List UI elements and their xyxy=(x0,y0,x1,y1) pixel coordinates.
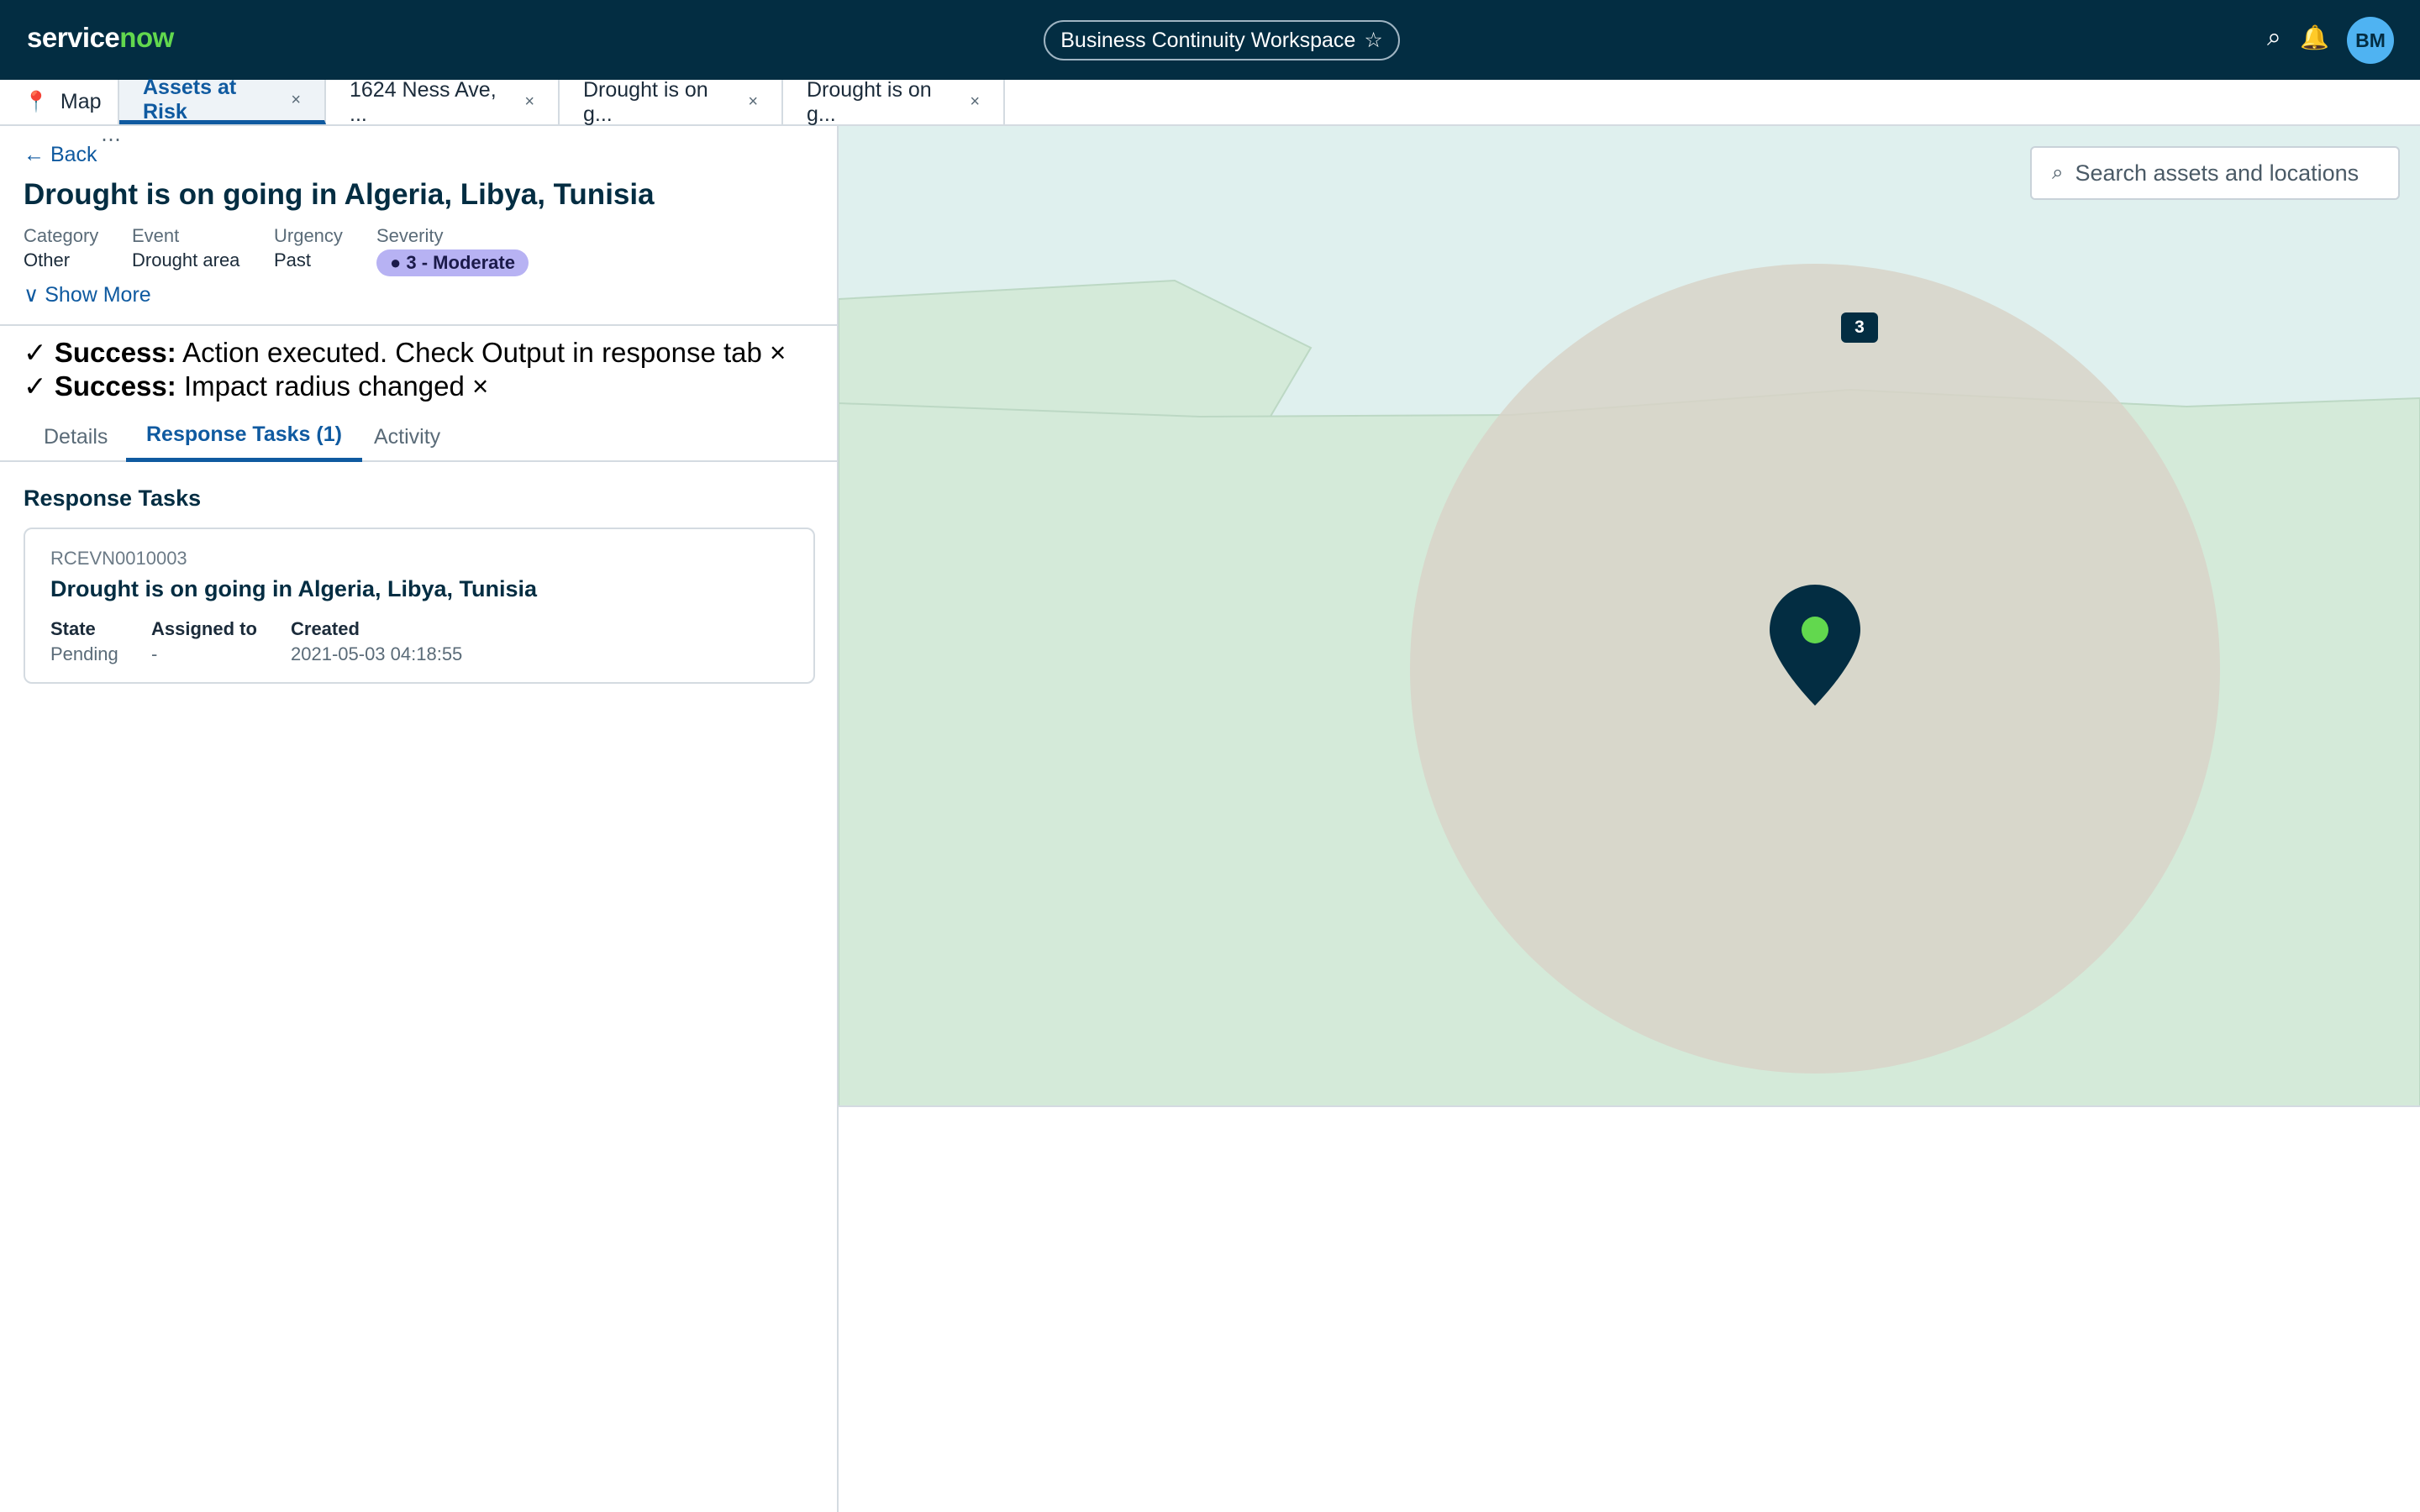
search-icon[interactable]: ⌕ xyxy=(2267,24,2281,52)
field-value: 2021-05-03 04:18:55 xyxy=(291,643,463,664)
cluster-count-badge[interactable]: 3 xyxy=(1841,312,1878,343)
close-icon[interactable]: × xyxy=(970,92,980,112)
task-created: Created 2021-05-03 04:18:55 xyxy=(291,618,462,665)
tab-label: 1624 Ness Ave, ... xyxy=(350,77,497,126)
close-icon[interactable]: × xyxy=(748,92,758,112)
workspace-title: Business Continuity Workspace xyxy=(1060,28,1356,52)
search-placeholder: Search assets and locations xyxy=(2075,160,2360,186)
task-number: RCEVN0010003 xyxy=(50,548,187,569)
tab-response-tasks[interactable]: Response Tasks (1) xyxy=(126,412,362,462)
logo-now-text: now xyxy=(119,22,174,53)
tab-drought-2[interactable]: Drought is on g... × xyxy=(783,77,1005,126)
star-icon[interactable]: ☆ xyxy=(1364,28,1382,53)
message-strong: Success: xyxy=(54,370,176,402)
meta-value: Drought area xyxy=(132,249,240,270)
tab-label: Assets at Risk xyxy=(143,76,237,123)
message-text: Impact radius changed xyxy=(183,370,465,402)
map-canvas[interactable] xyxy=(839,126,2420,1107)
field-label: State xyxy=(50,618,96,639)
meta-severity: Severity ● 3 - Moderate xyxy=(376,225,529,276)
back-link[interactable]: ← Back xyxy=(24,143,97,167)
meta-label: Category xyxy=(24,225,99,246)
close-icon[interactable]: × xyxy=(524,92,534,112)
severity-badge: ● 3 - Moderate xyxy=(376,249,529,276)
pin-center-dot xyxy=(1802,617,1828,643)
tab-label: Map xyxy=(60,90,102,113)
tab-assets-at-risk[interactable]: Assets at Risk × xyxy=(119,76,326,124)
bell-icon[interactable]: 🔔 xyxy=(2300,24,2329,51)
close-icon[interactable]: × xyxy=(472,370,488,402)
divider xyxy=(0,324,839,326)
detail-subtabs: Details Response Tasks (1) Activity xyxy=(0,412,839,462)
more-options-icon[interactable]: ⋯ xyxy=(101,128,121,152)
field-value: - xyxy=(151,643,158,664)
meta-value: Past xyxy=(274,249,312,270)
success-message-radius: ✓ Success: Impact radius changed × xyxy=(24,370,488,402)
meta-value: Other xyxy=(24,249,71,270)
map-search-input[interactable]: ⌕ Search assets and locations xyxy=(2030,146,2400,200)
page-title: Drought is on going in Algeria, Libya, T… xyxy=(24,178,655,211)
response-task-card[interactable]: RCEVN0010003 Drought is on going in Alge… xyxy=(24,528,815,684)
logo-service-text: service xyxy=(27,22,120,53)
message-text: Action executed. Check Output in respons… xyxy=(182,337,762,368)
workspace-tab-bar: 📍 Map Assets at Risk × 1624 Ness Ave, ..… xyxy=(0,76,2420,126)
map-view[interactable]: ⌕ Search assets and locations 3 xyxy=(839,126,2420,1107)
success-message-action: ✓ Success: Action executed. Check Output… xyxy=(24,336,786,369)
task-assigned-to: Assigned to - xyxy=(151,618,257,665)
field-label: Created xyxy=(291,618,360,639)
meta-category: Category Other xyxy=(24,225,98,271)
meta-label: Urgency xyxy=(274,225,343,246)
check-icon: ✓ xyxy=(24,337,47,368)
task-title[interactable]: Drought is on going in Algeria, Libya, T… xyxy=(50,576,537,602)
field-label: Assigned to xyxy=(151,618,257,639)
avatar[interactable]: BM xyxy=(2347,17,2394,64)
task-state: State Pending xyxy=(50,618,118,665)
close-icon[interactable]: × xyxy=(291,91,301,110)
tab-label: Drought is on g... xyxy=(807,77,932,126)
show-more-button[interactable]: ∨ Show More xyxy=(24,282,151,307)
servicenow-logo[interactable]: servicenow xyxy=(27,22,174,54)
tab-activity[interactable]: Activity xyxy=(354,412,460,462)
meta-event: Event Drought area xyxy=(132,225,239,271)
field-value: Pending xyxy=(50,643,118,664)
search-icon: ⌕ xyxy=(2052,161,2064,184)
tab-details[interactable]: Details xyxy=(24,412,128,462)
tab-ness-ave[interactable]: 1624 Ness Ave, ... × xyxy=(326,77,560,126)
section-title: Response Tasks xyxy=(24,486,202,511)
meta-label: Event xyxy=(132,225,180,246)
workspace-selector[interactable]: Business Continuity Workspace ☆ xyxy=(1044,20,1400,60)
tab-label: Drought is on g... xyxy=(583,77,708,126)
meta-label: Severity xyxy=(376,225,444,246)
top-header: servicenow Business Continuity Workspace… xyxy=(0,0,2420,80)
check-icon: ✓ xyxy=(24,370,47,402)
map-pin-icon: 📍 xyxy=(24,91,49,113)
event-detail-panel: ⋯ ← Back Drought is on going in Algeria,… xyxy=(0,126,839,1512)
message-strong: Success: xyxy=(54,337,176,368)
tab-map[interactable]: 📍 Map xyxy=(0,80,119,124)
tab-drought-1[interactable]: Drought is on g... × xyxy=(560,77,783,126)
meta-urgency: Urgency Past xyxy=(274,225,343,271)
close-icon[interactable]: × xyxy=(770,337,786,368)
